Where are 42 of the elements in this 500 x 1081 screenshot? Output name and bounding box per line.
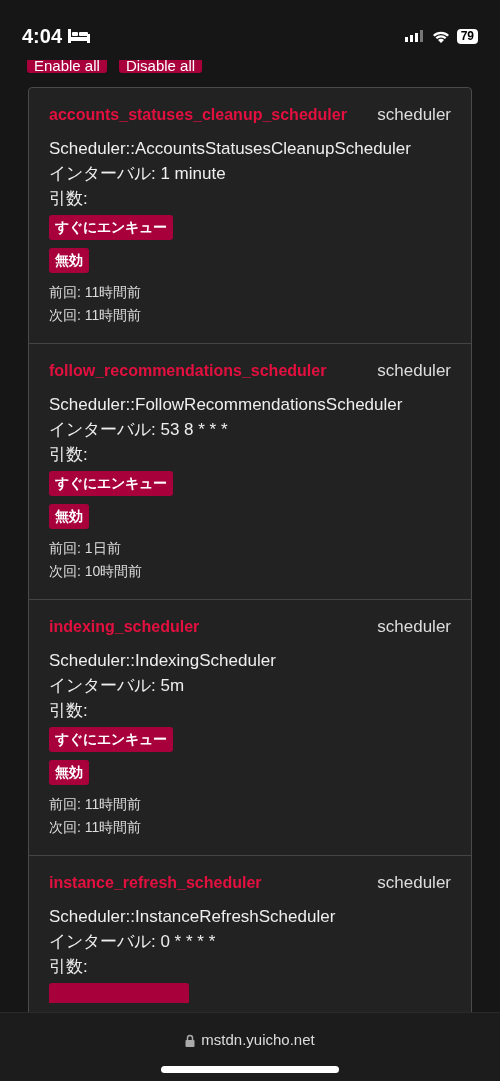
- last-run-text: 前回: 11時間前: [49, 795, 142, 814]
- enqueue-button[interactable]: すぐにエンキュー: [49, 215, 173, 240]
- enqueue-button[interactable]: すぐにエンキュー: [49, 727, 173, 752]
- interval-text: インターバル: 53 8 * * *: [49, 419, 228, 441]
- url-text[interactable]: mstdn.yuicho.net: [201, 1029, 315, 1052]
- enqueue-button[interactable]: すぐにエンキュー: [49, 471, 173, 496]
- args-label: 引数:: [49, 444, 88, 466]
- last-run-text: 前回: 11時間前: [49, 283, 142, 302]
- interval-text: インターバル: 1 minute: [49, 163, 226, 185]
- class-name: Scheduler::AccountsStatusesCleanupScheduler: [49, 138, 412, 160]
- lock-icon: [185, 1033, 196, 1047]
- queue-label: scheduler: [377, 104, 451, 126]
- job-name: accounts_statuses_cleanup_scheduler: [49, 105, 348, 125]
- disable-button[interactable]: 無効: [49, 248, 89, 273]
- args-label: 引数:: [49, 188, 88, 210]
- last-run-text: 前回: 1日前: [49, 539, 121, 558]
- bed-icon: [68, 29, 91, 43]
- args-label: 引数:: [49, 700, 88, 722]
- next-run-text: 次回: 10時間前: [49, 562, 143, 581]
- disable-all-button[interactable]: Disable all: [118, 60, 203, 73]
- class-name: Scheduler::IndexingScheduler: [49, 650, 277, 672]
- enable-all-button[interactable]: Enable all: [27, 60, 107, 73]
- disable-button[interactable]: 無効: [49, 760, 89, 785]
- signal-icon: [404, 30, 425, 42]
- disable-button[interactable]: 無効: [49, 504, 89, 529]
- queue-label: scheduler: [377, 872, 451, 894]
- args-label: 引数:: [49, 956, 88, 978]
- queue-label: scheduler: [377, 616, 451, 638]
- wifi-icon: [431, 29, 450, 43]
- battery-indicator: 79: [456, 28, 478, 44]
- job-name: indexing_scheduler: [49, 617, 201, 637]
- class-name: Scheduler::InstanceRefreshScheduler: [49, 906, 337, 928]
- next-run-text: 次回: 11時間前: [49, 306, 142, 325]
- clock: 4:04: [22, 24, 63, 49]
- interval-text: インターバル: 5m: [49, 675, 185, 697]
- enqueue-button[interactable]: [49, 983, 189, 1003]
- next-run-text: 次回: 11時間前: [49, 818, 142, 837]
- interval-text: インターバル: 0 * * * *: [49, 931, 216, 953]
- queue-label: scheduler: [377, 360, 451, 382]
- job-name: instance_refresh_scheduler: [49, 873, 263, 893]
- class-name: Scheduler::FollowRecommendationsScheduler: [49, 394, 404, 416]
- job-name: follow_recommendations_scheduler: [49, 361, 328, 381]
